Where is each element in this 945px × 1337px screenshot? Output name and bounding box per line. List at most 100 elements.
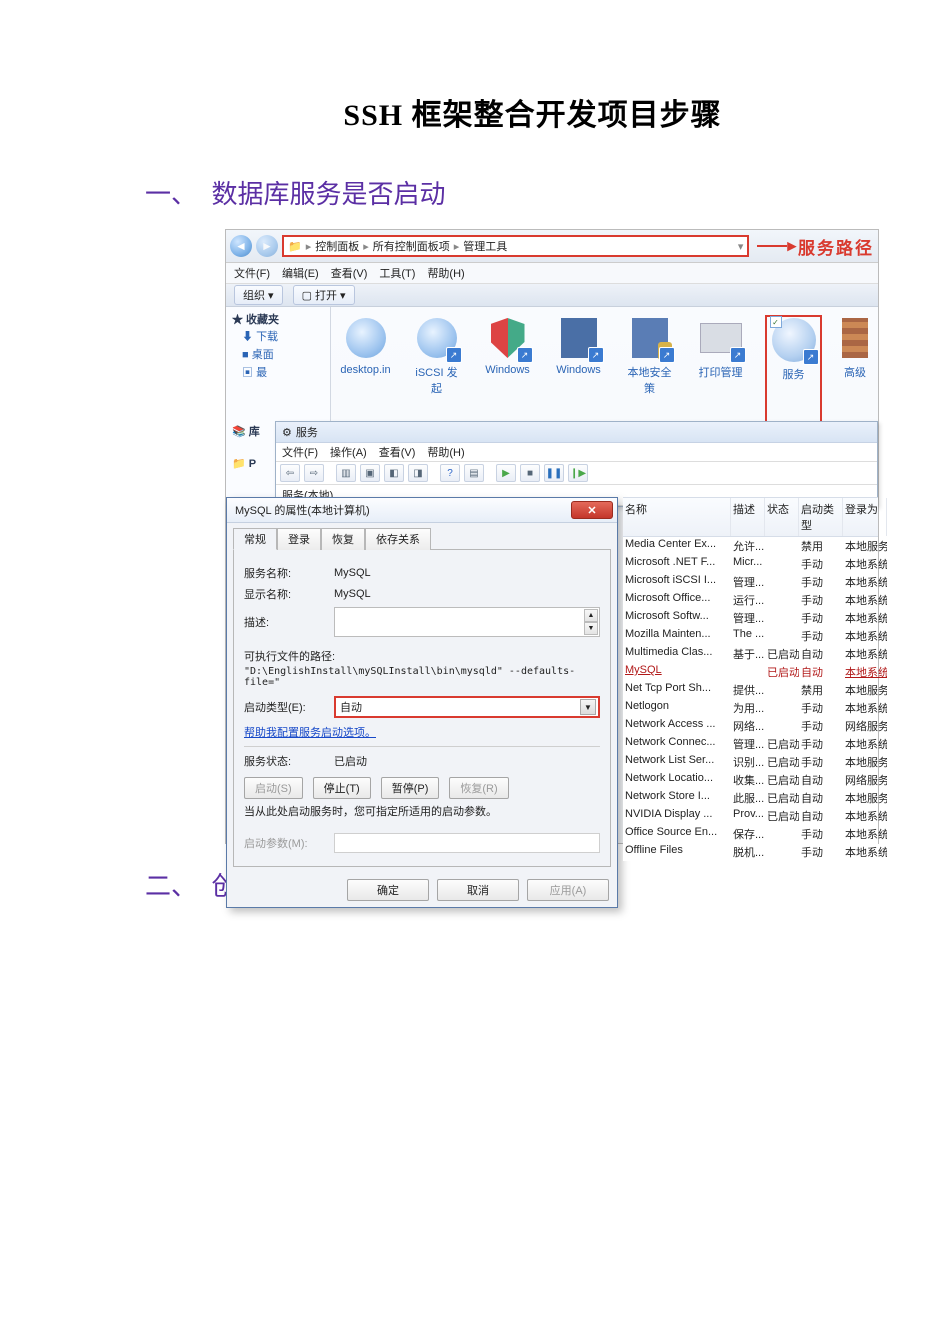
service-row[interactable]: Multimedia Clas...基于...已启动自动本地系统 <box>623 645 878 663</box>
icon-windows-firewall[interactable]: ↗Windows <box>481 315 534 425</box>
menu-file[interactable]: 文件(F) <box>234 265 270 281</box>
sidebar-desktop[interactable]: ■ 桌面 <box>232 345 324 363</box>
resume-button[interactable]: 恢复(R) <box>449 777 508 799</box>
service-row[interactable]: NVIDIA Display ...Prov...已启动自动本地系统 <box>623 807 878 825</box>
description-field[interactable]: ▲▼ <box>334 607 600 637</box>
forward-button[interactable]: ► <box>256 235 278 257</box>
sidebar-downloads[interactable]: ⬇ 下载 <box>232 327 324 345</box>
explorer-menu: 文件(F) 编辑(E) 查看(V) 工具(T) 帮助(H) <box>226 263 878 284</box>
service-row[interactable]: Net Tcp Port Sh...提供...禁用本地服务 <box>623 681 878 699</box>
start-params-input[interactable] <box>334 833 600 853</box>
icon-services[interactable]: ↗服务 <box>765 315 822 425</box>
pause-button[interactable]: 暂停(P) <box>381 777 440 799</box>
service-row[interactable]: Network Store I...此服...已启动自动本地服务 <box>623 789 878 807</box>
gear-icon: ⚙ <box>282 426 292 439</box>
display-name-label: 显示名称: <box>244 586 334 602</box>
svc-menu-view[interactable]: 查看(V) <box>379 444 416 460</box>
icon-windows-memory[interactable]: ↗Windows <box>552 315 605 425</box>
chevron-down-icon: ▼ <box>580 699 596 715</box>
icon-desktop-ini[interactable]: desktop.in <box>339 315 392 425</box>
executable-path: "D:\EnglishInstall\mySQLInstall\bin\mysq… <box>244 666 600 688</box>
tb-back[interactable]: ⇦ <box>280 464 300 482</box>
tb-fwd[interactable]: ⇨ <box>304 464 324 482</box>
crumb-2[interactable]: 管理工具 <box>463 238 507 254</box>
icon-iscsi[interactable]: ↗iSCSI 发起 <box>410 315 463 425</box>
sidebar-p[interactable]: 📁 P <box>232 457 280 470</box>
services-header: 名称 描述 状态 启动类型 登录为 <box>623 498 878 537</box>
explorer-sidebar: ★ 收藏夹 ⬇ 下载 ■ 桌面 ▣ 最 <box>226 307 331 425</box>
folder-icon: 📁 <box>288 240 302 253</box>
start-button[interactable]: 启动(S) <box>244 777 303 799</box>
path-label: 可执行文件的路径: <box>244 648 600 664</box>
start-params-hint: 当从此处启动服务时，您可指定所适用的启动参数。 <box>244 803 600 819</box>
startup-type-label: 启动类型(E): <box>244 699 334 715</box>
service-row[interactable]: Office Source En...保存...手动本地系统 <box>623 825 878 843</box>
ok-button[interactable]: 确定 <box>347 879 429 901</box>
startup-type-dropdown[interactable]: 自动 ▼ <box>334 696 600 718</box>
tab-dependencies[interactable]: 依存关系 <box>365 528 431 550</box>
organize-button[interactable]: 组织 ▾ <box>234 285 283 305</box>
icon-print-mgmt[interactable]: ↗打印管理 <box>694 315 747 425</box>
service-row[interactable]: Netlogon为用...手动本地系统 <box>623 699 878 717</box>
services-toolbar: ⇦ ⇨ ▥ ▣ ◧ ◨ ? ▤ ▶ ■ ❚❚ ❙▶ <box>276 462 877 485</box>
service-row[interactable]: Microsoft .NET F...Micr...手动本地系统 <box>623 555 878 573</box>
tb-1[interactable]: ▤ <box>464 464 484 482</box>
stop-button[interactable]: 停止(T) <box>313 777 371 799</box>
service-row[interactable]: Network Connec...管理...已启动手动本地系统 <box>623 735 878 753</box>
menu-edit[interactable]: 编辑(E) <box>282 265 319 281</box>
tb-pause[interactable]: ❚❚ <box>544 464 564 482</box>
service-row[interactable]: Mozilla Mainten...The ...手动本地系统 <box>623 627 878 645</box>
tab-general[interactable]: 常规 <box>233 528 277 550</box>
sidebar-libraries[interactable]: 📚 库 <box>232 423 280 439</box>
close-button[interactable]: ✕ <box>571 501 613 519</box>
service-row[interactable]: Microsoft Softw...管理...手动本地系统 <box>623 609 878 627</box>
service-row[interactable]: Offline Files脱机...手动本地系统 <box>623 843 878 861</box>
address-bar[interactable]: 📁 ▸ 控制面板 ▸ 所有控制面板项 ▸ 管理工具 ▾ <box>282 235 749 257</box>
tab-logon[interactable]: 登录 <box>277 528 321 550</box>
service-row[interactable]: Network Locatio...收集...已启动自动网络服务 <box>623 771 878 789</box>
back-button[interactable]: ◄ <box>230 235 252 257</box>
tb-export[interactable]: ◧ <box>384 464 404 482</box>
status-value: 已启动 <box>334 753 367 769</box>
sidebar-recent[interactable]: ▣ 最 <box>232 363 324 381</box>
tb-restart[interactable]: ❙▶ <box>568 464 588 482</box>
service-row[interactable]: Media Center Ex...允许...禁用本地服务 <box>623 537 878 555</box>
icon-advanced[interactable]: 高级 <box>840 315 870 425</box>
tb-start[interactable]: ▶ <box>496 464 516 482</box>
menu-tools[interactable]: 工具(T) <box>379 265 415 281</box>
mysql-properties-dialog: MySQL 的属性(本地计算机) ✕ 常规 登录 恢复 依存关系 服务名称:My… <box>226 497 618 908</box>
crumb-1[interactable]: 所有控制面板项 <box>373 238 450 254</box>
tb-show[interactable]: ▥ <box>336 464 356 482</box>
svc-menu-help[interactable]: 帮助(H) <box>427 444 464 460</box>
services-title: 服务 <box>296 424 318 440</box>
help-link[interactable]: 帮助我配置服务启动选项。 <box>244 727 376 739</box>
tb-help[interactable]: ? <box>440 464 460 482</box>
tb-stop[interactable]: ■ <box>520 464 540 482</box>
service-row[interactable]: Network Access ...网络...手动网络服务 <box>623 717 878 735</box>
section-1: 一、 数据库服务是否启动 <box>145 174 840 211</box>
explorer-addressbar-row: ◄ ► 📁 ▸ 控制面板 ▸ 所有控制面板项 ▸ 管理工具 ▾ ▸服务路径 <box>226 230 878 263</box>
service-row[interactable]: Microsoft iSCSI I...管理...手动本地系统 <box>623 573 878 591</box>
section-2-num: 二、 <box>145 866 205 903</box>
service-row[interactable]: Microsoft Office...运行...手动本地系统 <box>623 591 878 609</box>
cancel-button[interactable]: 取消 <box>437 879 519 901</box>
icon-area: desktop.in ↗iSCSI 发起 ↗Windows ↗Windows ↗… <box>331 307 878 425</box>
services-list[interactable]: 名称 描述 状态 启动类型 登录为 Media Center Ex...允许..… <box>623 497 878 861</box>
sidebar-favorites[interactable]: ★ 收藏夹 <box>232 311 324 327</box>
icon-local-security[interactable]: ↗本地安全策 <box>623 315 676 425</box>
desc-label: 描述: <box>244 614 334 630</box>
menu-view[interactable]: 查看(V) <box>331 265 368 281</box>
tb-props[interactable]: ◨ <box>408 464 428 482</box>
apply-button[interactable]: 应用(A) <box>527 879 609 901</box>
svc-menu-action[interactable]: 操作(A) <box>330 444 367 460</box>
svc-menu-file[interactable]: 文件(F) <box>282 444 318 460</box>
section-1-num: 一、 <box>145 174 205 211</box>
service-row[interactable]: MySQL已启动自动本地系统 <box>623 663 878 681</box>
service-row[interactable]: Network List Ser...识别...已启动手动本地服务 <box>623 753 878 771</box>
services-window: ⚙ 服务 文件(F) 操作(A) 查看(V) 帮助(H) ⇦ ⇨ ▥ ▣ ◧ ◨ <box>275 421 878 507</box>
menu-help[interactable]: 帮助(H) <box>427 265 464 281</box>
tab-recovery[interactable]: 恢复 <box>321 528 365 550</box>
open-button[interactable]: ▢ 打开 ▾ <box>293 285 355 305</box>
tb-refresh[interactable]: ▣ <box>360 464 380 482</box>
crumb-0[interactable]: 控制面板 <box>315 238 359 254</box>
